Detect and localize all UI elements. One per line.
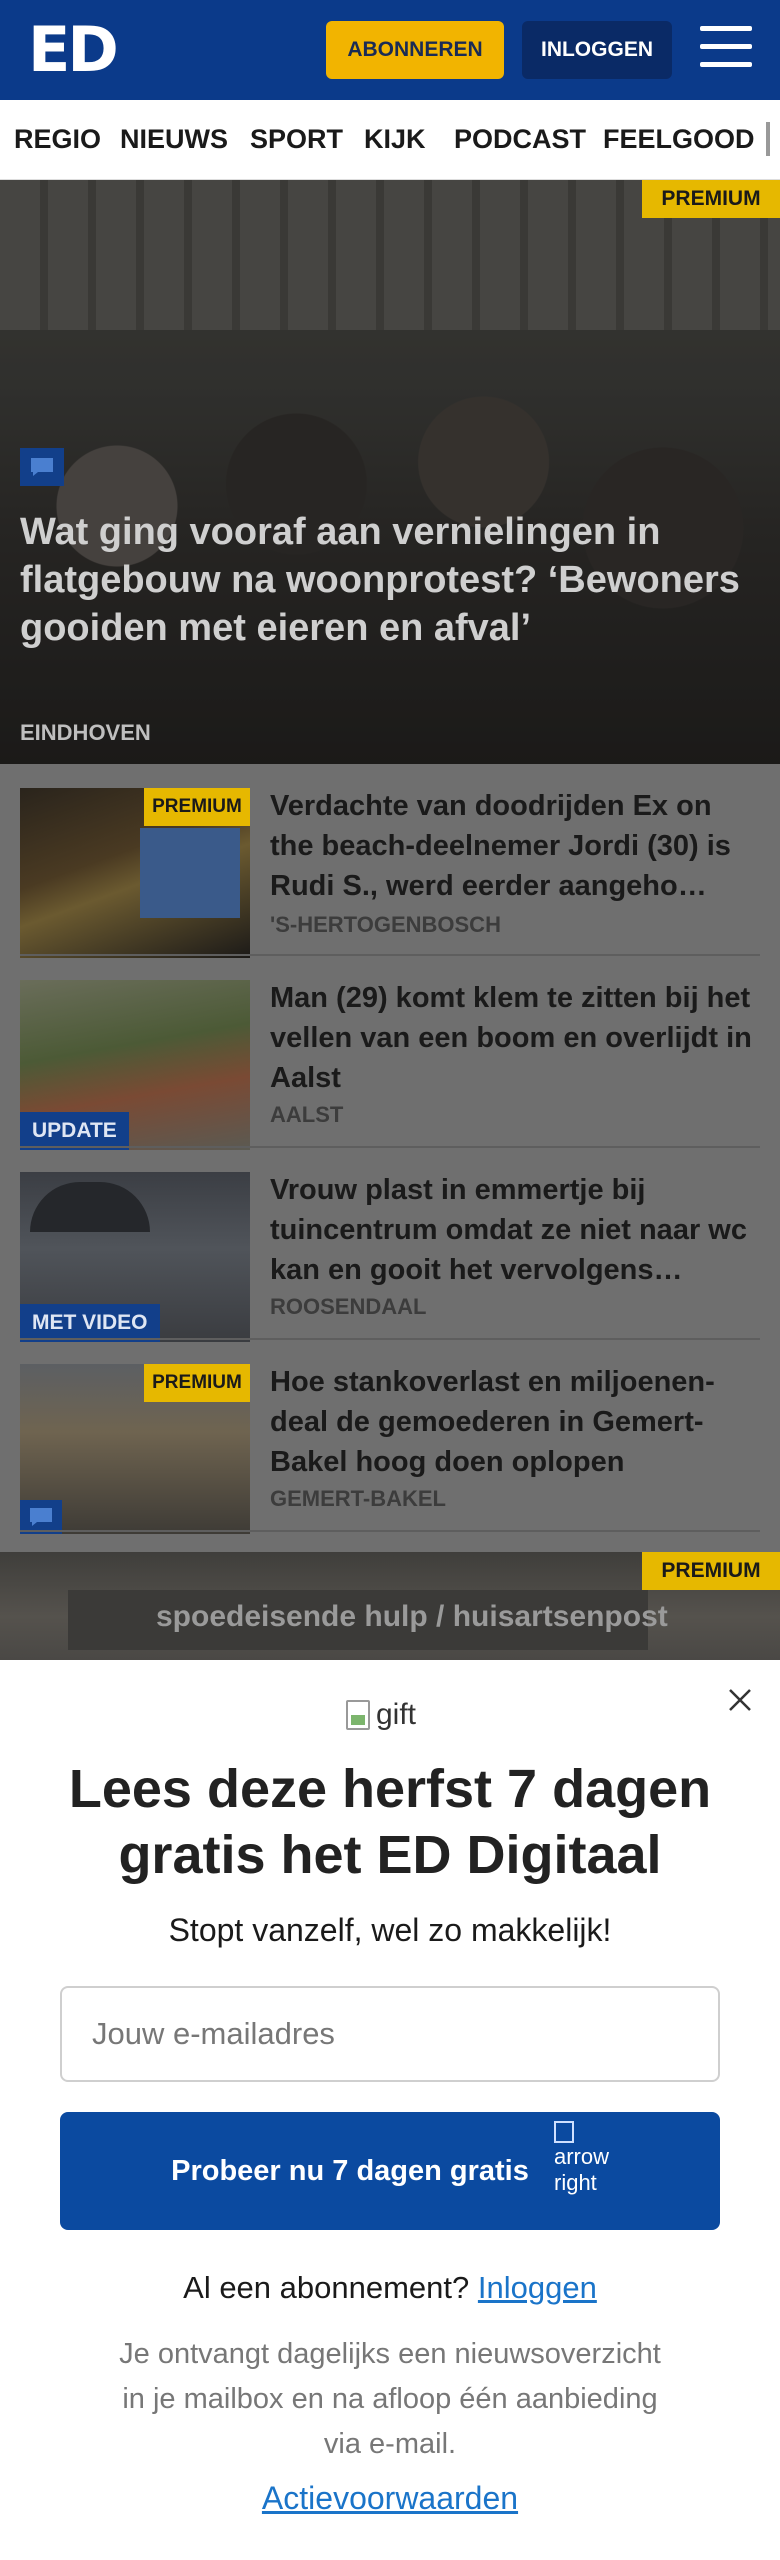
video-tag: MET VIDEO [20,1304,160,1342]
update-tag: UPDATE [20,1112,129,1150]
site-header: ED ABONNEREN INLOGGEN [0,0,780,100]
menu-icon-line [700,62,752,67]
article-title[interactable]: Vrouw plast in emmertje bij tuincentrum … [270,1170,760,1290]
email-field[interactable] [60,1986,720,2082]
gift-alt-text: gift [376,1698,417,1731]
login-link[interactable]: Inloggen [478,2270,597,2305]
menu-icon[interactable] [700,26,752,72]
list-item[interactable]: PREMIUM Verdachte van doodrijden Ex on t… [0,764,780,958]
hero-title[interactable]: Wat ging vooraf aan vernielingen in flat… [20,508,740,652]
gift-image: gift [346,1696,436,1734]
modal-title: Lees deze herfst 7 dagen gratis het ED D… [68,1759,712,1885]
nav-item-nieuws[interactable]: NIEUWS [120,124,228,155]
subscription-question: Al een abonnement? [183,2270,470,2305]
arrow-right-image: arrow right [554,2118,612,2218]
article-location: GEMERT-BAKEL [270,1486,446,1511]
trial-button-label: Probeer nu 7 dagen gratis [171,2154,529,2187]
hero-location: EINDHOVEN [20,720,151,745]
list-item[interactable]: UPDATE Man (29) komt klem te zitten bij … [0,956,780,1150]
premium-badge: PREMIUM [642,180,780,218]
list-item[interactable]: MET VIDEO Vrouw plast in emmertje bij tu… [0,1148,780,1342]
premium-badge: PREMIUM [642,1552,780,1590]
subscription-modal: gift Lees deze herfst 7 dagen gratis het… [0,1660,780,2560]
list-item[interactable]: PREMIUM Hoe stankoverlast en miljoenen-d… [0,1340,780,1534]
thumbnail-sign [140,828,240,918]
thumbnail-umbrella [30,1182,150,1232]
nav-overflow-indicator [766,122,770,156]
nav-item-kijk[interactable]: KIJK [364,124,426,155]
premium-badge: PREMIUM [144,1364,250,1402]
teaser-sign-text: spoedeisende hulp / huisartsenpost [156,1600,668,1633]
article-location: 'S-HERTOGENBOSCH [270,912,501,937]
info-text: Je ontvangt dagelijks een nieuwsoverzich… [119,2338,661,2460]
article-title[interactable]: Verdachte van doodrijden Ex on the beach… [270,786,760,906]
premium-badge: PREMIUM [144,788,250,826]
nav-item-sport[interactable]: SPORT [250,124,343,155]
overlay-dim [0,180,780,764]
login-button[interactable]: INLOGGEN [522,21,672,79]
article-title[interactable]: Hoe stankoverlast en miljoenen-deal de g… [270,1362,760,1482]
trial-button[interactable]: Probeer nu 7 dagen gratis arrow right [60,2112,720,2230]
article-thumbnail: PREMIUM [20,788,250,958]
broken-image-icon [554,2121,574,2144]
article-thumbnail: MET VIDEO [20,1172,250,1342]
article-title[interactable]: Man (29) komt klem te zitten bij het vel… [270,978,760,1098]
chat-icon [20,1500,62,1534]
subscribe-button[interactable]: ABONNEREN [326,21,504,79]
menu-icon-line [700,26,752,31]
chat-icon [20,448,64,486]
close-icon[interactable] [722,1682,758,1718]
article-location: ROOSENDAAL [270,1294,427,1319]
nav-item-podcast[interactable]: PODCAST [454,124,586,155]
menu-icon-line [700,44,752,49]
article-thumbnail: PREMIUM [20,1364,250,1534]
section-nav: REGIO NIEUWS SPORT KIJK PODCAST FEELGOOD [0,100,780,180]
terms-link[interactable]: Actievoorwaarden [40,2480,740,2517]
modal-subtitle: Stopt vanzelf, wel zo makkelijk! [168,1912,612,1948]
nav-item-feelgood[interactable]: FEELGOOD [603,124,755,155]
nav-item-regio[interactable]: REGIO [14,124,101,155]
article-location: AALST [270,1102,344,1127]
article-thumbnail: UPDATE [20,980,250,1150]
arrow-alt-text: arrow right [554,2144,610,2195]
subscription-login-line: Al een abonnement? Inloggen [40,2270,740,2306]
hero-article[interactable]: PREMIUM Wat ging vooraf aan vernielingen… [0,180,780,764]
broken-image-icon [346,1700,370,1730]
site-logo[interactable]: ED [28,18,119,82]
divider [20,1530,760,1532]
